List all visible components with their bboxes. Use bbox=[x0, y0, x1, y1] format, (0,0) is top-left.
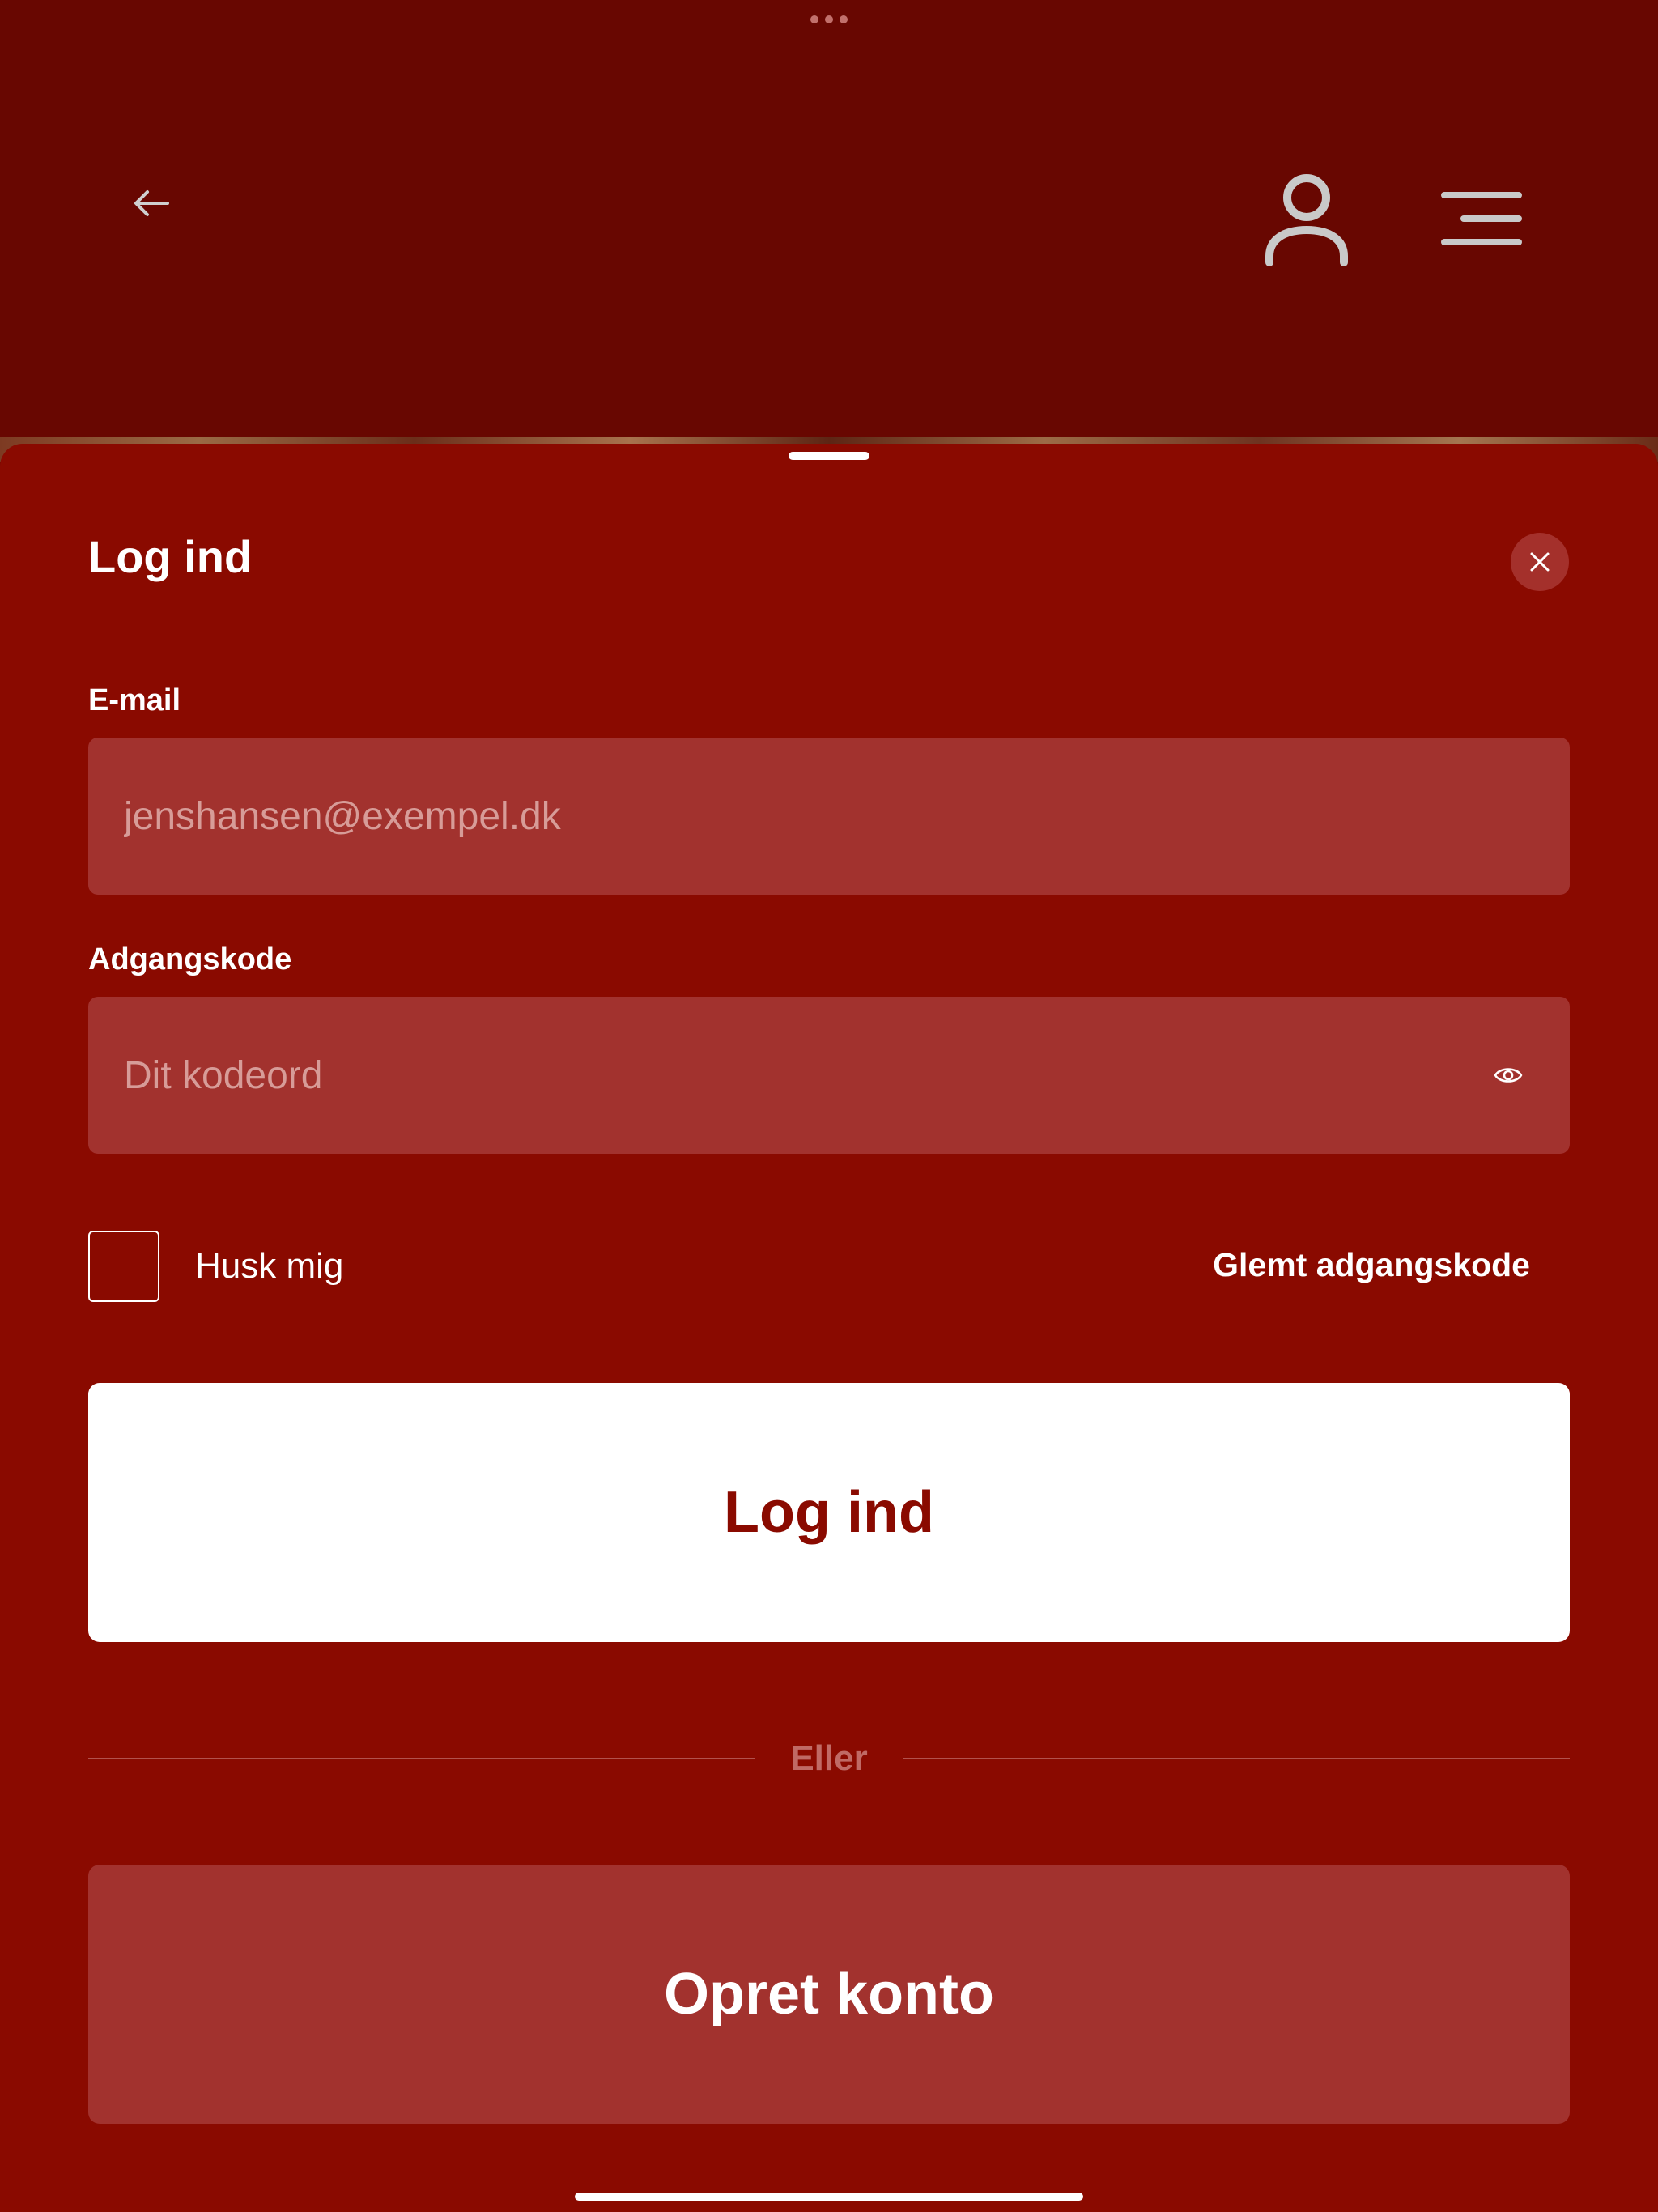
remember-me-checkbox[interactable] bbox=[88, 1231, 159, 1302]
top-header bbox=[0, 0, 1658, 462]
menu-button[interactable] bbox=[1435, 185, 1528, 253]
more-dots-icon[interactable] bbox=[810, 14, 848, 25]
eye-icon bbox=[1494, 1068, 1523, 1083]
divider-label: Eller bbox=[790, 1738, 868, 1778]
email-field[interactable] bbox=[124, 793, 1534, 839]
sheet-title: Log ind bbox=[88, 531, 253, 582]
divider-line bbox=[903, 1758, 1571, 1759]
forgot-password-link[interactable]: Glemt adgangskode bbox=[1213, 1249, 1530, 1282]
login-button[interactable]: Log ind bbox=[88, 1383, 1570, 1642]
email-field-container bbox=[88, 738, 1570, 895]
email-label: E-mail bbox=[88, 683, 181, 717]
or-divider: Eller bbox=[88, 1733, 1571, 1784]
password-field[interactable] bbox=[124, 1053, 1482, 1098]
dot bbox=[840, 15, 848, 23]
login-sheet: Log ind E-mail Adgangskode Husk mig Gle bbox=[0, 444, 1658, 2212]
remember-me-label: Husk mig bbox=[195, 1246, 344, 1286]
home-indicator bbox=[575, 2193, 1083, 2201]
user-icon bbox=[1265, 174, 1348, 266]
close-button[interactable] bbox=[1511, 533, 1569, 591]
show-password-button[interactable] bbox=[1482, 1049, 1534, 1101]
dot bbox=[825, 15, 833, 23]
account-button[interactable] bbox=[1260, 168, 1354, 270]
dot bbox=[810, 15, 818, 23]
hamburger-menu-icon bbox=[1441, 192, 1522, 245]
password-label: Adgangskode bbox=[88, 942, 292, 976]
close-icon bbox=[1530, 552, 1550, 572]
sheet-grabber[interactable] bbox=[789, 452, 869, 460]
password-field-container bbox=[88, 997, 1570, 1154]
app-screen: Log ind E-mail Adgangskode Husk mig Gle bbox=[0, 0, 1658, 2212]
arrow-left-icon bbox=[134, 190, 169, 216]
back-button[interactable] bbox=[121, 178, 181, 228]
create-account-button[interactable]: Opret konto bbox=[88, 1865, 1570, 2124]
remember-me-row[interactable]: Husk mig bbox=[88, 1231, 343, 1302]
divider-line bbox=[88, 1758, 755, 1759]
